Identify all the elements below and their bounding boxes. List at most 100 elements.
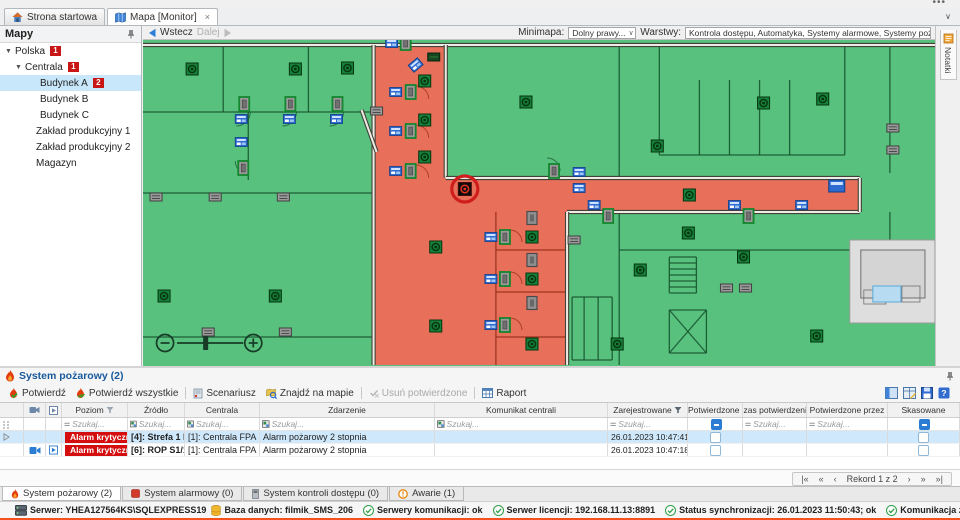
save-icon[interactable]	[921, 387, 933, 399]
door-contact-icon[interactable]	[238, 161, 248, 175]
equipment-box-icon[interactable]	[568, 236, 580, 244]
equipment-box-icon[interactable]	[371, 107, 383, 115]
equals-filter-icon[interactable]	[745, 421, 751, 428]
card-reader-icon[interactable]	[485, 321, 497, 330]
back-button[interactable]: Wstecz	[147, 27, 193, 38]
door-contact-icon[interactable]	[406, 164, 416, 178]
remove-confirmed-button[interactable]: Usuń potwierdzone	[364, 385, 473, 401]
door-contact-icon[interactable]	[549, 164, 559, 178]
tab-awarie[interactable]: Awarie (1)	[389, 487, 464, 501]
smoke-detector-icon[interactable]	[289, 63, 301, 75]
confirmed-checkbox[interactable]	[710, 445, 721, 456]
layers-select[interactable]: Kontrola dostępu, Automatyka, Systemy al…	[685, 27, 931, 39]
door-contact-icon[interactable]	[332, 97, 342, 111]
smoke-detector-icon[interactable]	[419, 114, 431, 126]
pin-icon[interactable]	[126, 29, 136, 39]
tab-system-alarmowy[interactable]: System alarmowy (0)	[122, 487, 242, 501]
header-camera[interactable]	[24, 403, 46, 417]
card-reader-icon[interactable]	[390, 88, 402, 97]
header-zrodlo[interactable]: Źródło	[128, 403, 185, 417]
card-reader-icon[interactable]	[390, 167, 402, 176]
tab-kontrola-dostepu[interactable]: System kontroli dostępu (0)	[243, 487, 388, 501]
door-icon[interactable]	[527, 212, 537, 225]
pager-prev-button[interactable]: ‹	[834, 474, 837, 484]
window-more-icon[interactable]: •••	[932, 0, 946, 8]
header-centrala[interactable]: Centrala	[185, 403, 260, 417]
equipment-box-icon[interactable]	[202, 328, 214, 336]
help-icon[interactable]: ?	[938, 387, 950, 399]
smoke-detector-icon[interactable]	[269, 290, 281, 302]
smoke-detector-icon[interactable]	[651, 140, 663, 152]
tree-node-magazyn[interactable]: Magazyn	[0, 155, 141, 171]
search-input[interactable]	[753, 419, 806, 429]
smoke-detector-icon[interactable]	[158, 290, 170, 302]
card-reader-icon[interactable]	[485, 233, 497, 242]
search-input[interactable]	[272, 419, 434, 429]
tree-node-centrala[interactable]: ▼ Centrala 1	[0, 59, 141, 75]
deleted-filter-checkbox[interactable]	[919, 419, 930, 430]
minimap-position-select[interactable]: Dolny prawy... ∨	[568, 27, 636, 39]
card-reader-icon[interactable]	[235, 115, 247, 124]
expand-cell[interactable]	[0, 431, 24, 443]
door-contact-icon[interactable]	[744, 209, 754, 223]
door-contact-icon[interactable]	[406, 124, 416, 138]
equipment-box-icon[interactable]	[428, 53, 440, 61]
tree-node-zaklad-2[interactable]: Zakład produkcyjny 2	[0, 139, 141, 155]
card-reader-icon[interactable]	[573, 184, 585, 193]
card-reader-icon[interactable]	[573, 168, 585, 177]
smoke-detector-icon[interactable]	[683, 189, 695, 201]
card-reader-icon[interactable]	[728, 201, 740, 210]
lookup-filter-icon[interactable]	[130, 420, 137, 428]
equipment-box-icon[interactable]	[887, 146, 899, 154]
lookup-filter-icon[interactable]	[187, 420, 194, 428]
floor-plan-canvas[interactable]	[143, 40, 935, 366]
smoke-detector-icon[interactable]	[430, 241, 442, 253]
equals-filter-icon[interactable]	[64, 421, 70, 428]
scenario-button[interactable]: Scenariusz	[188, 385, 260, 401]
smoke-detector-icon[interactable]	[419, 151, 431, 163]
tree-node-budynek-a[interactable]: Budynek A 2	[0, 75, 141, 91]
notes-collapsed-tab[interactable]: Notatki	[940, 30, 957, 80]
equipment-box-icon[interactable]	[720, 284, 732, 292]
equipment-box-icon[interactable]	[150, 193, 162, 201]
event-row-1[interactable]: Alarm krytyczny [4]: Strefa 1 PPOŻ [1]: …	[0, 431, 960, 444]
pager-first-button[interactable]: |«	[801, 474, 808, 484]
camera-icon[interactable]	[29, 446, 41, 455]
zoom-slider-handle[interactable]	[203, 336, 208, 350]
door-contact-icon[interactable]	[500, 318, 510, 332]
equipment-box-icon[interactable]	[740, 284, 752, 292]
door-contact-icon[interactable]	[285, 97, 295, 111]
header-zdarzenie[interactable]: Zdarzenie	[260, 403, 435, 417]
equals-filter-icon[interactable]	[809, 421, 815, 428]
search-input[interactable]	[139, 419, 184, 429]
card-reader-icon[interactable]	[588, 201, 600, 210]
header-poziom[interactable]: Poziom	[62, 403, 128, 417]
card-reader-icon[interactable]	[386, 40, 398, 48]
filter-icon[interactable]	[106, 406, 114, 414]
door-contact-icon[interactable]	[401, 40, 411, 50]
camera-cell[interactable]	[24, 444, 46, 456]
smoke-detector-icon[interactable]	[817, 93, 829, 105]
pager-next-button[interactable]: ›	[908, 474, 911, 484]
equipment-box-icon[interactable]	[277, 193, 289, 201]
play-cell[interactable]	[46, 444, 62, 456]
search-input[interactable]	[447, 419, 607, 429]
minimap-viewport[interactable]	[873, 286, 901, 302]
door-contact-icon[interactable]	[603, 209, 613, 223]
header-czas-potwierdzenia[interactable]: Czas potwierdzenia	[743, 403, 807, 417]
tree-node-polska[interactable]: ▼ Polska 1	[0, 43, 141, 59]
smoke-detector-icon[interactable]	[611, 338, 623, 350]
pin-icon[interactable]	[945, 371, 955, 381]
equipment-box-icon[interactable]	[279, 328, 291, 336]
alarmed-detector-icon[interactable]	[458, 183, 471, 196]
column-chooser-icon[interactable]	[885, 387, 898, 399]
smoke-detector-icon[interactable]	[634, 264, 646, 276]
confirm-button[interactable]: Potwierdź	[4, 385, 71, 401]
tab-strona-startowa[interactable]: Strona startowa	[4, 8, 105, 25]
smoke-detector-icon[interactable]	[811, 330, 823, 342]
event-row-2[interactable]: Alarm krytyczny [6]: ROP S1/1 [1]: Centr…	[0, 444, 960, 457]
search-input[interactable]	[72, 419, 127, 429]
tab-mapa-monitor[interactable]: Mapa [Monitor] ×	[107, 8, 218, 25]
smoke-detector-icon[interactable]	[342, 62, 354, 74]
smoke-detector-icon[interactable]	[738, 251, 750, 263]
